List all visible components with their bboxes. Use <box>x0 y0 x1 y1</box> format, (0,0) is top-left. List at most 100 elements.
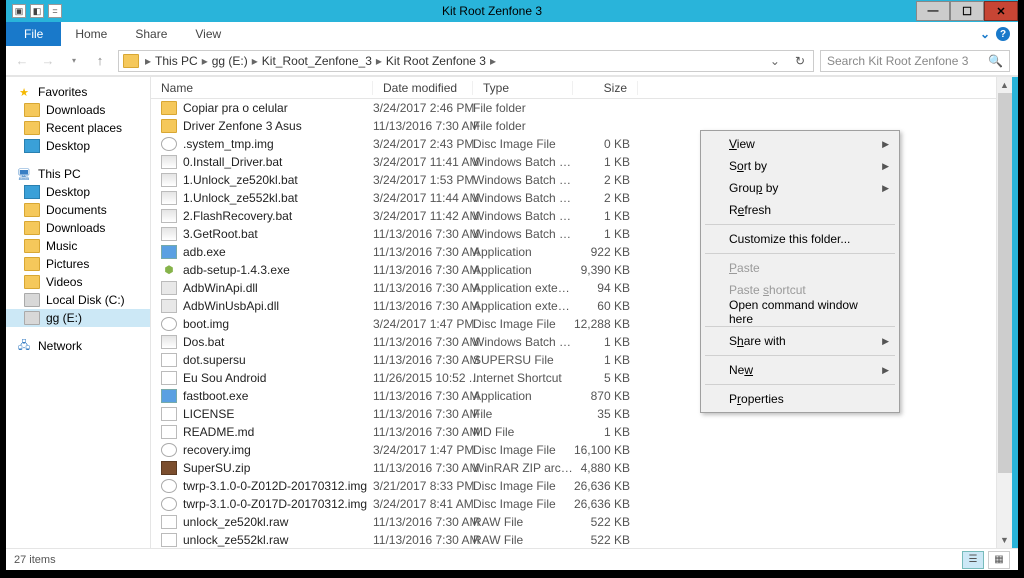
file-name: adb.exe <box>183 245 373 259</box>
file-date: 3/24/2017 1:47 PM <box>373 443 473 457</box>
file-date: 3/21/2017 8:33 PM <box>373 479 473 493</box>
file-date: 11/13/2016 7:30 AM <box>373 461 473 475</box>
breadcrumb-item[interactable]: This PC <box>153 54 200 68</box>
search-input[interactable]: Search Kit Root Zenfone 3 🔍 <box>820 50 1010 72</box>
nav-desktop[interactable]: Desktop <box>6 137 150 155</box>
minimize-button[interactable]: — <box>916 1 950 21</box>
file-row[interactable]: unlock_ze520kl.raw11/13/2016 7:30 AMRAW … <box>151 513 996 531</box>
file-row[interactable]: Copiar pra o celular3/24/2017 2:46 PMFil… <box>151 99 996 117</box>
submenu-arrow-icon: ▶ <box>882 365 889 376</box>
file-date: 3/24/2017 2:43 PM <box>373 137 473 151</box>
up-button[interactable]: ↑ <box>88 49 112 73</box>
file-row[interactable]: unlock_ze552kl.raw11/13/2016 7:30 AMRAW … <box>151 531 996 548</box>
chevron-right-icon[interactable]: ▸ <box>488 54 498 68</box>
file-size: 522 KB <box>573 515 638 529</box>
file-row[interactable]: twrp-3.1.0-0-Z017D-20170312.img3/24/2017… <box>151 495 996 513</box>
menu-open-cmd[interactable]: Open command window here <box>703 301 897 323</box>
file-name: SuperSU.zip <box>183 461 373 475</box>
menu-group-by[interactable]: Group by▶ <box>703 177 897 199</box>
back-button[interactable]: ← <box>10 49 34 73</box>
menu-refresh[interactable]: Refresh <box>703 199 897 221</box>
details-view-button[interactable]: ☰ <box>962 551 984 569</box>
menu-new[interactable]: New▶ <box>703 359 897 381</box>
icons-view-button[interactable]: ▦ <box>988 551 1010 569</box>
txt-icon <box>161 533 177 547</box>
recent-locations-button[interactable]: ▾ <box>62 49 86 73</box>
share-tab[interactable]: Share <box>121 22 181 46</box>
nav-pc-downloads[interactable]: Downloads <box>6 219 150 237</box>
context-menu: View▶ Sort by▶ Group by▶ Refresh Customi… <box>700 130 900 413</box>
nav-documents[interactable]: Documents <box>6 201 150 219</box>
help-button[interactable]: ? <box>996 27 1010 41</box>
network-root[interactable]: 🖧Network <box>6 337 150 355</box>
nav-recent-places[interactable]: Recent places <box>6 119 150 137</box>
file-name: AdbWinApi.dll <box>183 281 373 295</box>
refresh-button[interactable]: ↻ <box>791 54 809 68</box>
chevron-right-icon[interactable]: ▸ <box>374 54 384 68</box>
nav-local-disk[interactable]: Local Disk (C:) <box>6 291 150 309</box>
nav-pictures[interactable]: Pictures <box>6 255 150 273</box>
column-type[interactable]: Type <box>473 81 573 95</box>
file-size: 1 KB <box>573 353 638 367</box>
column-name[interactable]: Name <box>151 81 373 95</box>
file-row[interactable]: twrp-3.1.0-0-Z012D-20170312.img3/21/2017… <box>151 477 996 495</box>
nav-downloads[interactable]: Downloads <box>6 101 150 119</box>
exe-icon <box>161 245 177 259</box>
menu-view[interactable]: View▶ <box>703 133 897 155</box>
file-size: 12,288 KB <box>573 317 638 331</box>
qat-button[interactable]: = <box>48 4 62 18</box>
file-date: 3/24/2017 1:47 PM <box>373 317 473 331</box>
file-row[interactable]: README.md11/13/2016 7:30 AMMD File1 KB <box>151 423 996 441</box>
favorites-root[interactable]: ★Favorites <box>6 83 150 101</box>
breadcrumb-item[interactable]: Kit_Root_Zenfone_3 <box>260 54 374 68</box>
scroll-up-button[interactable]: ▲ <box>997 77 1012 93</box>
menu-customize[interactable]: Customize this folder... <box>703 228 897 250</box>
view-tab[interactable]: View <box>181 22 235 46</box>
file-size: 1 KB <box>573 209 638 223</box>
chevron-right-icon[interactable]: ▸ <box>143 54 153 68</box>
file-size: 1 KB <box>573 155 638 169</box>
file-name: adb-setup-1.4.3.exe <box>183 263 373 277</box>
scroll-down-button[interactable]: ▼ <box>997 532 1012 548</box>
file-type: Application extens... <box>473 299 573 313</box>
file-type: Application <box>473 389 573 403</box>
folder-icon <box>161 119 177 133</box>
file-type: File folder <box>473 101 573 115</box>
file-row[interactable]: recovery.img3/24/2017 1:47 PMDisc Image … <box>151 441 996 459</box>
close-button[interactable]: ✕ <box>984 1 1018 21</box>
menu-separator <box>705 355 895 356</box>
file-type: File folder <box>473 119 573 133</box>
chevron-right-icon[interactable]: ▸ <box>250 54 260 68</box>
file-size: 35 KB <box>573 407 638 421</box>
ribbon-toggle-icon[interactable]: ⌄ <box>974 22 996 46</box>
file-row[interactable]: SuperSU.zip11/13/2016 7:30 AMWinRAR ZIP … <box>151 459 996 477</box>
chevron-right-icon[interactable]: ▸ <box>200 54 210 68</box>
file-tab[interactable]: File <box>6 22 61 46</box>
url-icon <box>161 371 177 385</box>
address-bar[interactable]: ▸ This PC ▸ gg (E:) ▸ Kit_Root_Zenfone_3… <box>118 50 814 72</box>
this-pc-root[interactable]: 🖥This PC <box>6 165 150 183</box>
folder-icon <box>161 101 177 115</box>
file-date: 11/13/2016 7:30 AM <box>373 299 473 313</box>
breadcrumb-item[interactable]: gg (E:) <box>210 54 250 68</box>
address-bar-row: ← → ▾ ↑ ▸ This PC ▸ gg (E:) ▸ Kit_Root_Z… <box>6 46 1018 76</box>
nav-pc-desktop[interactable]: Desktop <box>6 183 150 201</box>
vertical-scrollbar[interactable]: ▲ ▼ <box>996 77 1012 548</box>
file-size: 26,636 KB <box>573 479 638 493</box>
column-size[interactable]: Size <box>573 81 638 95</box>
menu-sort-by[interactable]: Sort by▶ <box>703 155 897 177</box>
qat-button[interactable]: ◧ <box>30 4 44 18</box>
breadcrumb-item[interactable]: Kit Root Zenfone 3 <box>384 54 488 68</box>
scrollbar-thumb[interactable] <box>998 93 1012 473</box>
address-dropdown-button[interactable]: ⌄ <box>766 54 784 68</box>
nav-videos[interactable]: Videos <box>6 273 150 291</box>
maximize-button[interactable]: ☐ <box>950 1 984 21</box>
home-tab[interactable]: Home <box>61 22 121 46</box>
menu-properties[interactable]: Properties <box>703 388 897 410</box>
nav-music[interactable]: Music <box>6 237 150 255</box>
nav-drive-e[interactable]: gg (E:) <box>6 309 150 327</box>
column-date[interactable]: Date modified <box>373 81 473 95</box>
column-headers: Name Date modified Type Size <box>151 77 996 99</box>
forward-button[interactable]: → <box>36 49 60 73</box>
menu-share-with[interactable]: Share with▶ <box>703 330 897 352</box>
